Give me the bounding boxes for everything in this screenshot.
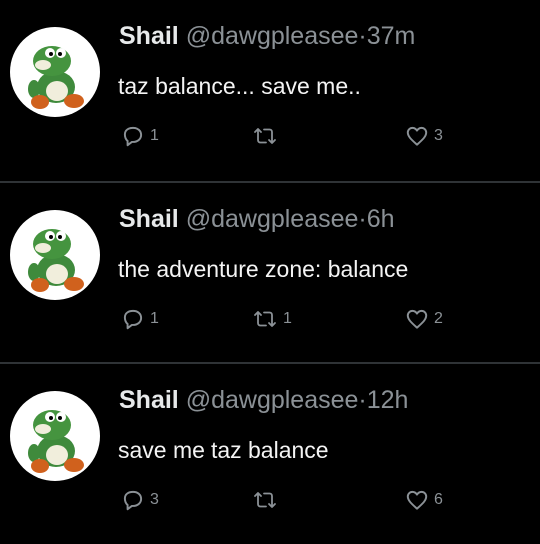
tweet-timestamp[interactable]: 37m [367, 22, 416, 50]
author-handle[interactable]: @dawgpleasee [186, 22, 359, 50]
tweet-text-main: the adventure zone: balance [118, 256, 409, 282]
tweet-text-main: save me [118, 437, 205, 463]
author-name[interactable]: Shail [119, 386, 179, 414]
heart-icon [406, 126, 428, 146]
tweet-text: taz balance... save me.. [118, 70, 361, 102]
tweet-timestamp[interactable]: 12h [367, 386, 409, 414]
retweet-icon [254, 492, 276, 508]
retweet-button[interactable] [251, 485, 283, 515]
tweet-feed: Shail @dawgpleasee·37m taz balance... sa… [0, 0, 540, 544]
tweet-header: Shail @dawgpleasee·6h [119, 203, 395, 235]
tweet-actions: 1 1 2 [120, 304, 500, 334]
like-button[interactable]: 2 [404, 304, 443, 334]
retweet-button[interactable] [251, 121, 283, 151]
like-button[interactable]: 6 [404, 485, 443, 515]
tweet-header: Shail @dawgpleasee·37m [119, 20, 415, 52]
reply-bubble-icon [123, 126, 143, 147]
reply-bubble-icon [123, 490, 143, 511]
tweet-text: save me taz balance [118, 434, 329, 466]
like-count: 2 [434, 310, 443, 327]
tweet-actions: 1 3 [120, 121, 500, 151]
separator-dot: · [358, 386, 367, 414]
tweet[interactable]: Shail @dawgpleasee·12h save me taz balanc… [0, 364, 540, 544]
tweet-header: Shail @dawgpleasee·12h [119, 384, 408, 416]
tweet-actions: 3 6 [120, 485, 500, 515]
reply-button[interactable]: 1 [120, 304, 159, 334]
green-dinosaur-avatar-icon [28, 46, 84, 109]
like-button[interactable]: 3 [404, 121, 443, 151]
reply-button[interactable]: 1 [120, 121, 159, 151]
heart-icon [406, 490, 428, 510]
author-handle[interactable]: @dawgpleasee [186, 205, 359, 233]
green-dinosaur-avatar-icon [28, 229, 84, 292]
avatar[interactable] [10, 210, 100, 300]
tweet[interactable]: Shail @dawgpleasee·6h the adventure zone… [0, 183, 540, 363]
like-count: 3 [434, 127, 443, 144]
author-name[interactable]: Shail [119, 205, 179, 233]
reply-count: 3 [150, 491, 159, 508]
tweet-text: the adventure zone: balance [118, 253, 408, 285]
tweet-text-tail: ... save me.. [235, 73, 361, 99]
retweet-icon [254, 128, 276, 144]
reply-button[interactable]: 3 [120, 485, 159, 515]
separator-dot: · [358, 22, 367, 50]
tweet-text-tail: taz balance [210, 437, 329, 463]
separator-dot: · [358, 205, 367, 233]
reply-count: 1 [150, 127, 159, 144]
avatar[interactable] [10, 391, 100, 481]
avatar[interactable] [10, 27, 100, 117]
retweet-icon [254, 311, 276, 327]
author-name[interactable]: Shail [119, 22, 179, 50]
retweet-button[interactable]: 1 [251, 304, 292, 334]
tweet-timestamp[interactable]: 6h [367, 205, 395, 233]
green-dinosaur-avatar-icon [28, 410, 84, 473]
retweet-count: 1 [283, 310, 292, 327]
tweet-text-main: taz balance [118, 73, 236, 99]
like-count: 6 [434, 491, 443, 508]
author-handle[interactable]: @dawgpleasee [186, 386, 359, 414]
tweet[interactable]: Shail @dawgpleasee·37m taz balance... sa… [0, 0, 540, 180]
reply-bubble-icon [123, 309, 143, 330]
reply-count: 1 [150, 310, 159, 327]
heart-icon [406, 309, 428, 329]
